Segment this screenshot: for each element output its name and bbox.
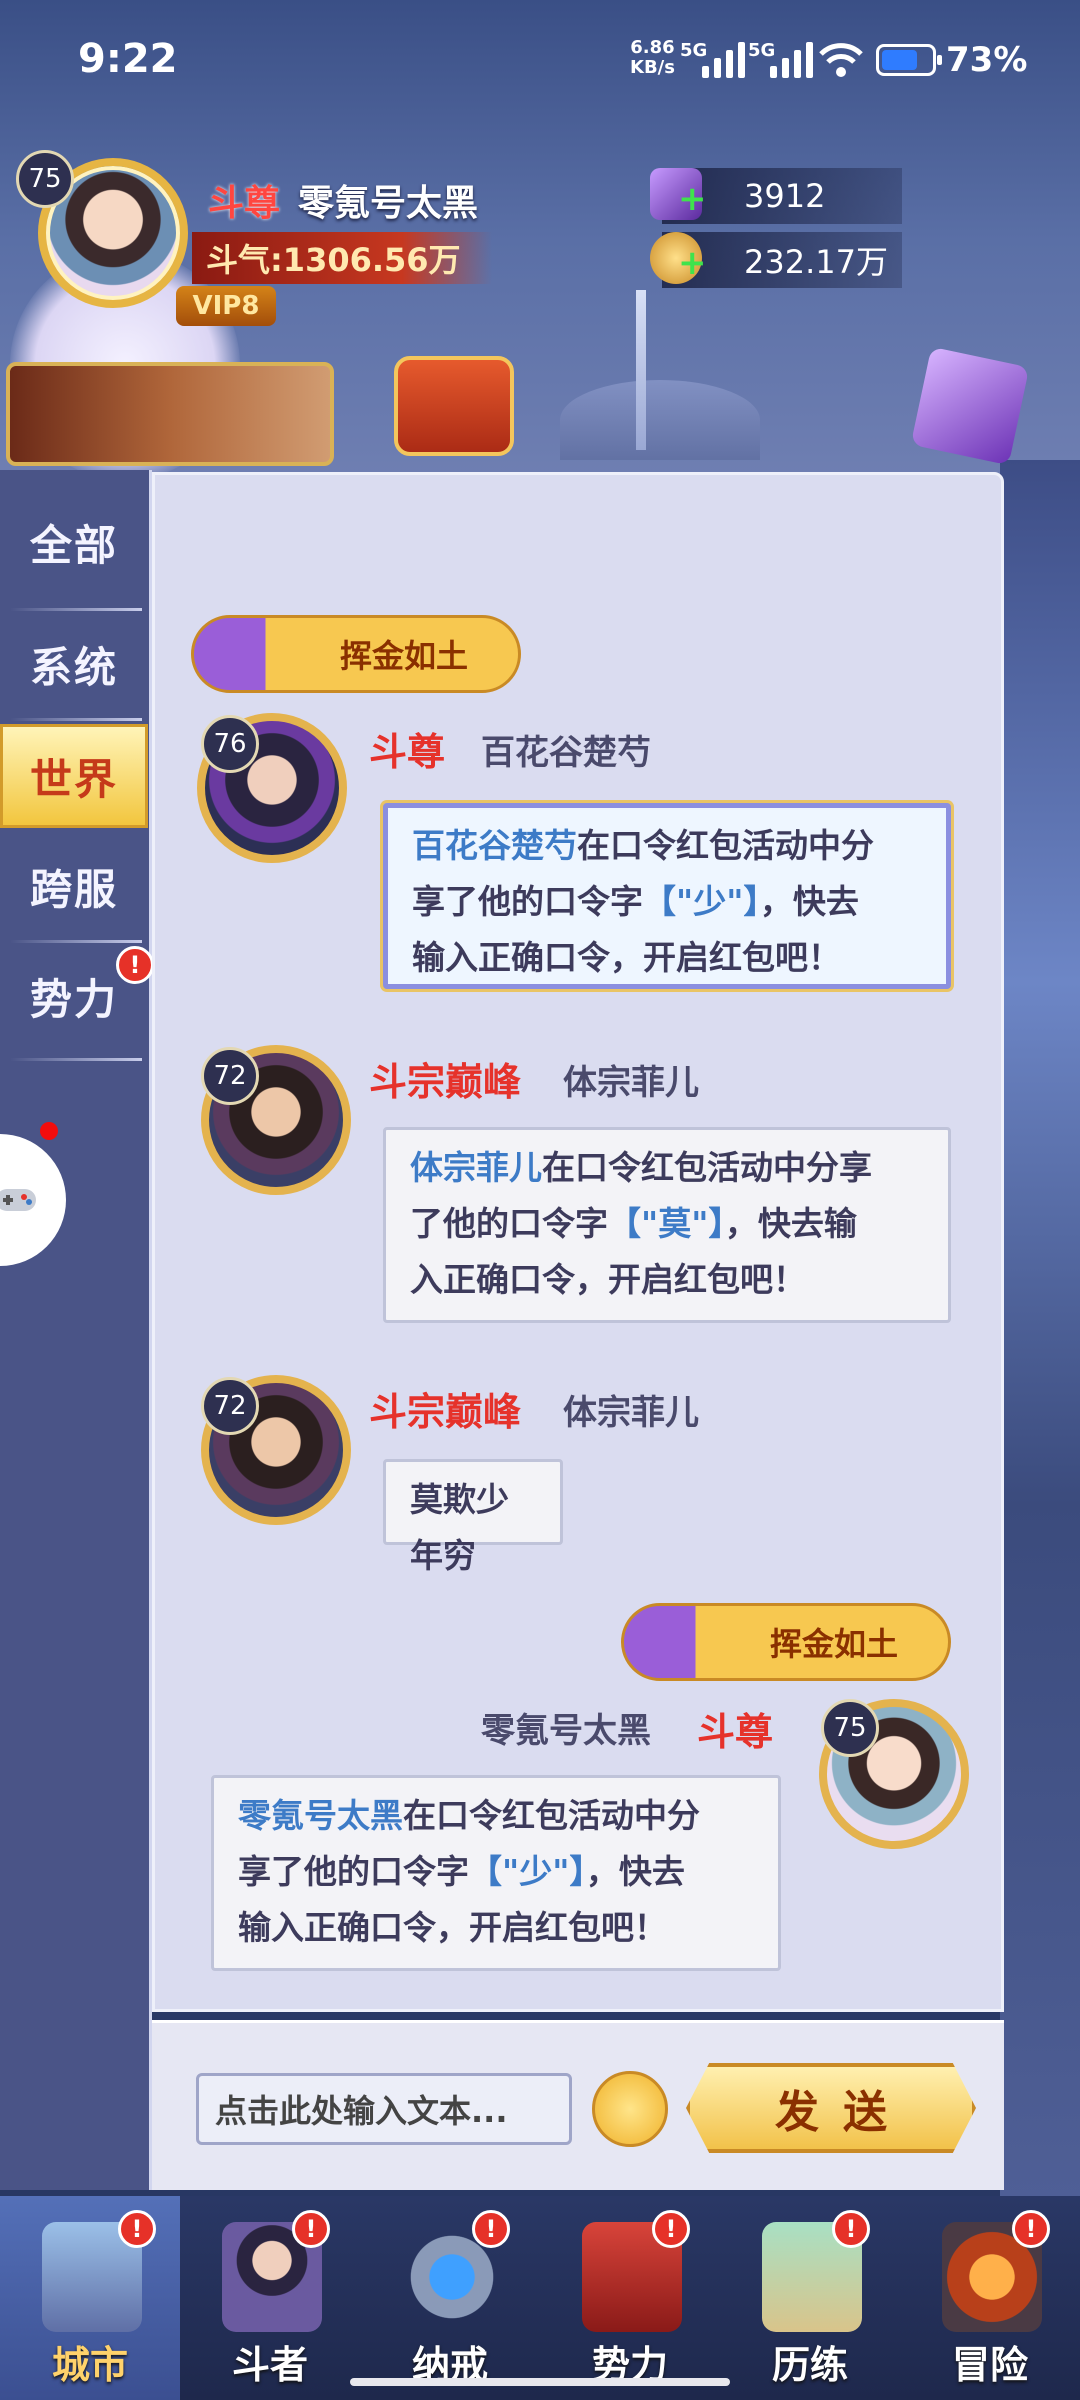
sender-rank: 斗尊	[369, 730, 446, 774]
nav-label: 历练	[771, 2343, 848, 2387]
sender-name[interactable]: 体宗菲儿	[563, 1385, 699, 1434]
nav-label: 冒险	[951, 2343, 1028, 2387]
chat-panel: 挥金如土 76 斗尊 百花谷楚芍 百花谷楚芍在口令红包活动中分 享了他的口令字【…	[152, 472, 1004, 2012]
add-crystal-plus-icon[interactable]: +	[678, 182, 707, 216]
chat-input-bar: 点击此处输入文本... 发送	[152, 2020, 1004, 2190]
nav-alert-badge: !	[472, 2210, 510, 2248]
message-text: ，快去	[585, 1852, 685, 1891]
tab-divider	[10, 940, 142, 943]
vip-badge[interactable]: VIP8	[176, 286, 276, 326]
nav-alert-badge: !	[832, 2210, 870, 2248]
message-mention[interactable]: 百花谷楚芍	[412, 826, 577, 865]
title-badge: 挥金如土	[621, 1603, 951, 1681]
own-name: 零氪号太黑	[481, 1711, 651, 1751]
gamepad-icon	[0, 1189, 36, 1211]
message-text: 在口令红包活动中分	[577, 826, 874, 865]
nav-alert-badge: !	[1012, 2210, 1050, 2248]
player-power: 斗气:1306.56万	[192, 232, 492, 284]
password-word: 【"少"】	[643, 882, 760, 921]
message-mention[interactable]: 零氪号太黑	[238, 1796, 403, 1835]
password-word: 【"少"】	[469, 1852, 586, 1891]
nav-alert-badge: !	[652, 2210, 690, 2248]
nav-ring[interactable]: ! 纳戒	[360, 2196, 540, 2400]
nav-alert-badge: !	[118, 2210, 156, 2248]
gift-box-icon[interactable]	[394, 356, 514, 456]
city-scene-strip	[1000, 460, 1080, 2200]
own-rank: 斗尊	[697, 1710, 774, 1754]
sender-rank: 斗宗巅峰	[369, 1390, 522, 1434]
message-text: 入正确口令，开启红包吧！	[410, 1260, 806, 1299]
message-text: 输入正确口令，开启红包吧！	[412, 938, 841, 977]
network-speed-value: 6.86	[630, 37, 675, 58]
message-text: ，快去输	[724, 1204, 857, 1243]
message-text: ，快去	[759, 882, 859, 921]
battery-percent: 73%	[946, 40, 1028, 80]
nav-alert-badge: !	[292, 2210, 330, 2248]
purple-gem-icon[interactable]	[910, 346, 1030, 466]
faction-alert-badge: !	[116, 946, 154, 984]
player-level-badge: 75	[16, 150, 74, 208]
emoji-icon[interactable]	[592, 2071, 668, 2147]
tab-cross-server[interactable]: 跨服	[0, 836, 148, 936]
sender-level-badge: 76	[201, 715, 259, 773]
add-gold-plus-icon[interactable]: +	[678, 246, 707, 280]
tab-world[interactable]: 世界	[0, 724, 148, 828]
status-bar: 9:22 6.86 KB/s 5G 5G 73%	[0, 0, 1080, 120]
message-mention[interactable]: 体宗菲儿	[410, 1148, 542, 1187]
sender-level-badge: 72	[201, 1047, 259, 1105]
nav-fighter[interactable]: ! 斗者	[180, 2196, 360, 2400]
network-speed-unit: KB/s	[630, 57, 675, 78]
player-name: 零氪号太黑	[298, 183, 479, 224]
message-text: 享了他的口令字	[412, 882, 643, 921]
message-text: 了他的口令字	[410, 1204, 608, 1243]
crystal-amount: 3912	[744, 177, 826, 215]
gold-amount: 232.17万	[744, 243, 888, 281]
castle-decoration	[560, 380, 760, 460]
player-rank: 斗尊	[208, 183, 281, 224]
message-text: 在口令红包活动中分	[403, 1796, 700, 1835]
nav-faction[interactable]: ! 势力	[540, 2196, 720, 2400]
tab-divider	[10, 718, 142, 721]
tab-all[interactable]: 全部	[0, 492, 148, 592]
own-level-badge: 75	[821, 1699, 879, 1757]
nav-trial[interactable]: ! 历练	[720, 2196, 900, 2400]
tab-divider	[10, 1058, 142, 1061]
message-text: 输入正确口令，开启红包吧！	[238, 1908, 667, 1947]
message-text: 莫欺少年穷	[410, 1480, 509, 1575]
wifi-icon	[819, 43, 863, 77]
nav-label: 城市	[51, 2343, 128, 2387]
red-packet-message-bubble: 百花谷楚芍在口令红包活动中分 享了他的口令字【"少"】，快去 输入正确口令，开启…	[383, 803, 951, 989]
chat-message-bubble: 莫欺少年穷	[383, 1459, 563, 1575]
red-packet-message-bubble: 零氪号太黑在口令红包活动中分 享了他的口令字【"少"】，快去 输入正确口令，开启…	[211, 1775, 781, 1971]
tower-decoration	[636, 290, 646, 450]
sender-name[interactable]: 百花谷楚芍	[481, 725, 651, 774]
chat-text-input[interactable]: 点击此处输入文本...	[196, 2073, 572, 2145]
red-packet-message-bubble: 体宗菲儿在口令红包活动中分享 了他的口令字【"莫"】，快去输 入正确口令，开启红…	[383, 1127, 951, 1323]
signal-1-icon	[702, 42, 745, 78]
bottom-navigation: ! 城市 ! 斗者 ! 纳戒 ! 势力 ! 历练 ! 冒险	[0, 2196, 1080, 2400]
gamepad-notification-dot	[40, 1122, 58, 1140]
tab-divider	[10, 608, 142, 611]
battery-icon	[876, 44, 942, 76]
nav-label: 斗者	[231, 2343, 308, 2387]
password-word: 【"莫"】	[608, 1204, 725, 1243]
nav-city[interactable]: ! 城市	[0, 2196, 180, 2400]
signal-2-icon	[770, 42, 813, 78]
network-speed: 6.86 KB/s	[630, 38, 675, 78]
nav-adventure[interactable]: ! 冒险	[900, 2196, 1080, 2400]
message-text: 享了他的口令字	[238, 1852, 469, 1891]
sender-rank: 斗宗巅峰	[369, 1060, 522, 1104]
home-indicator[interactable]	[350, 2378, 730, 2386]
event-banner[interactable]	[6, 362, 334, 466]
chat-channel-tabs: 全部 系统 世界 跨服 势力 !	[0, 470, 154, 2190]
tab-system[interactable]: 系统	[0, 614, 148, 714]
send-button[interactable]: 发送	[686, 2063, 976, 2153]
message-text: 在口令红包活动中分享	[542, 1148, 872, 1187]
clock: 9:22	[78, 36, 178, 82]
title-badge: 挥金如土	[191, 615, 521, 693]
sender-level-badge: 72	[201, 1377, 259, 1435]
sender-name[interactable]: 体宗菲儿	[563, 1055, 699, 1104]
